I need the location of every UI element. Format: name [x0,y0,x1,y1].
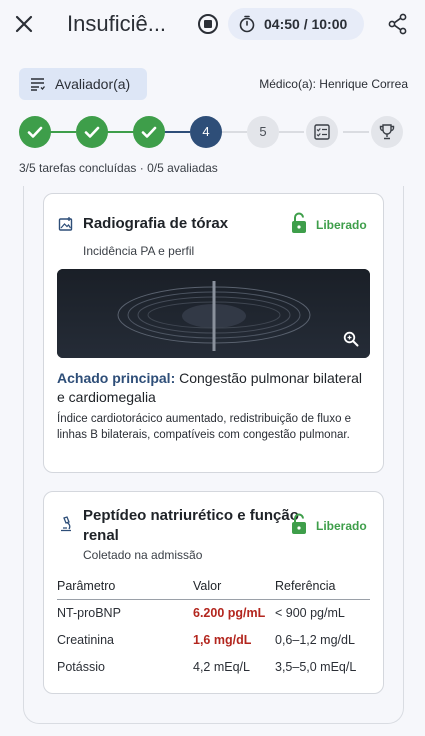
step-evaluation[interactable] [306,116,338,148]
checklist-icon [314,124,330,140]
row-3-value: 4,2 mEq/L [193,660,250,674]
close-icon[interactable] [12,12,36,36]
check-icon [141,126,157,138]
doctor-name: Médico(a): Henrique Correa [259,77,408,91]
image-icon [58,217,73,231]
col-header-ref: Referência [275,579,336,593]
check-icon [84,126,100,138]
status-badge: Liberado [316,519,367,533]
trophy-icon [379,124,395,140]
zoom-icon[interactable] [342,330,360,348]
status-badge: Liberado [316,218,367,232]
step-2[interactable] [76,116,108,148]
xray-card: Radiografia de tórax Liberado Incidência… [43,193,384,473]
header-divider [57,599,370,600]
page-title: Insuficiê... [67,11,167,36]
row-3-param: Potássio [57,660,105,674]
task-stepper: 4 5 [0,114,425,150]
progress-summary: 3/5 tarefas concluídas · 0/5 avaliadas [19,161,218,175]
row-2-value: 1,6 mg/dL [193,633,252,647]
list-icon [31,78,45,91]
top-app-bar: Insuficiê... 04:50 / 10:00 [0,0,425,50]
step-result[interactable] [371,116,403,148]
stop-icon[interactable] [197,13,219,35]
timer-text: 04:50 / 10:00 [264,16,348,32]
card-title: Radiografia de tórax [83,215,229,232]
unlocked-icon [292,513,306,534]
timer-icon [239,15,255,33]
row-1-param: NT-proBNP [57,606,121,620]
step-connector [343,131,369,133]
col-header-param: Parâmetro [57,579,116,593]
step-connector [164,131,190,133]
step-5[interactable]: 5 [247,116,279,148]
card-title: Peptídeo natriurético e função renal [83,506,299,546]
card-subtitle: Coletado na admissão [83,548,203,562]
row-1-value: 6.200 pg/mL [193,606,266,620]
col-header-value: Valor [193,579,222,593]
step-connector [222,131,247,133]
microscope-icon [61,516,71,532]
step-connector [50,131,76,133]
card-subtitle: Incidência PA e perfil [83,244,195,258]
main-finding: Achado principal: Congestão pulmonar bil… [57,369,372,407]
card-title-line-2: renal [83,527,119,544]
row-3-ref: 3,5–5,0 mEq/L [275,660,357,674]
finding-detail: Índice cardiotorácico aumentado, redistr… [57,413,352,441]
labs-card: Peptídeo natriurético e função renal Lib… [43,491,384,694]
step-1[interactable] [19,116,51,148]
step-4[interactable]: 4 [190,116,222,148]
step-connector [107,131,134,133]
share-icon[interactable] [388,13,408,35]
step-3[interactable] [133,116,165,148]
timer-chip: 04:50 / 10:00 [228,8,364,40]
unlocked-icon [292,212,306,233]
role-button[interactable]: Avaliador(a) [19,68,147,100]
finding-label: Achado principal: [57,370,176,386]
card-title-line-1: Peptídeo natriurético e função [83,507,299,524]
xray-image[interactable] [57,269,370,358]
role-label: Avaliador(a) [55,76,131,92]
row-2-param: Creatinina [57,633,114,647]
xray-illustration [57,269,370,358]
check-icon [27,126,43,138]
row-1-ref: < 900 pg/mL [275,606,345,620]
row-2-ref: 0,6–1,2 mg/dL [275,633,355,647]
step-connector [279,131,304,133]
